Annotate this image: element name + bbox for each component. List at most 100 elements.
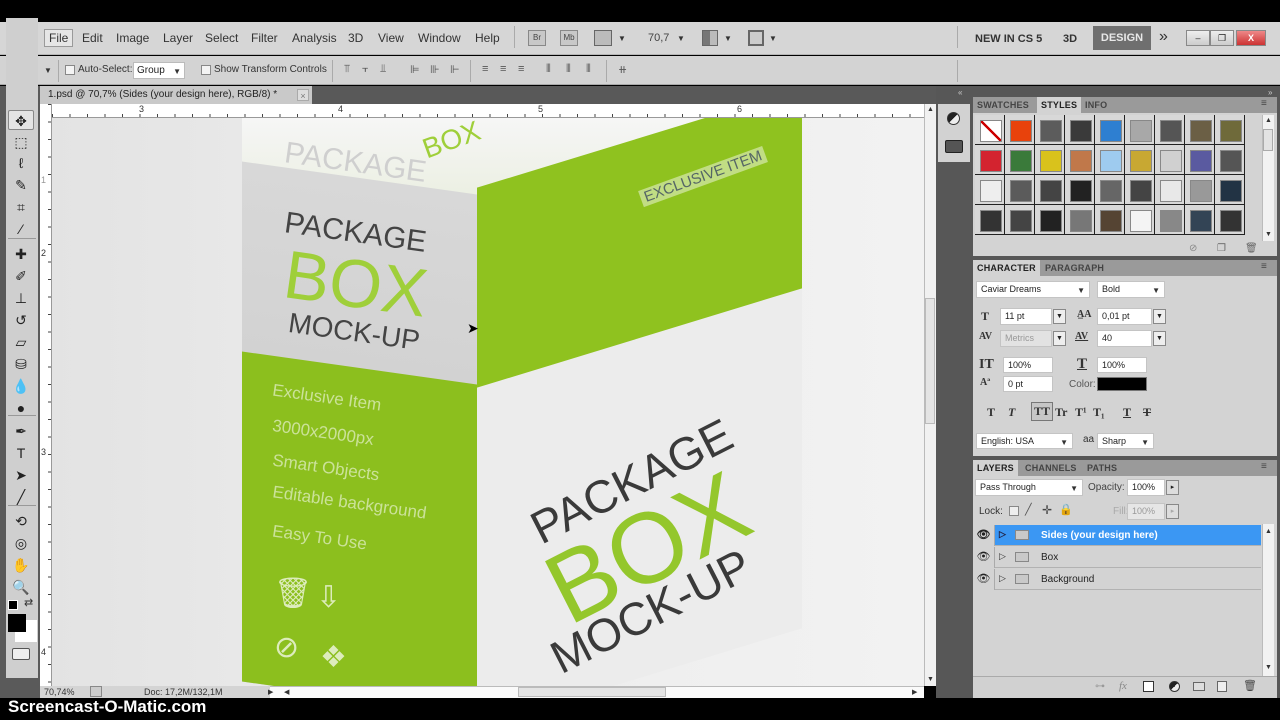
horizontal-scroll-thumb[interactable]	[518, 687, 666, 697]
tab-character[interactable]: CHARACTER	[973, 260, 1040, 276]
new-layer-icon[interactable]	[1217, 681, 1227, 692]
status-menu-arrow-icon[interactable]: ▶	[268, 688, 273, 696]
faux-italic-button[interactable]: T	[1008, 405, 1015, 420]
lock-all-icon[interactable]: 🔒	[1059, 503, 1073, 516]
adjustments-panel-icon[interactable]	[947, 112, 960, 125]
distribute-top-edges-icon[interactable]: ≡	[482, 63, 489, 75]
masks-panel-icon[interactable]	[945, 140, 963, 153]
style-preset[interactable]	[1005, 205, 1035, 235]
vertical-ruler[interactable]	[40, 104, 52, 686]
lock-image-icon[interactable]: ╱	[1025, 503, 1032, 516]
style-preset[interactable]	[975, 145, 1005, 175]
scroll-down-icon[interactable]: ▼	[1265, 231, 1272, 238]
zoom-level[interactable]: 70,7	[648, 32, 669, 44]
align-top-edges-icon[interactable]: ⫪	[344, 63, 351, 76]
superscript-button[interactable]: T¹	[1075, 405, 1087, 420]
workspace-design[interactable]: DESIGN	[1093, 26, 1151, 50]
layer-row[interactable]: 👁 ▷ Background	[973, 569, 1261, 590]
style-preset[interactable]	[1065, 115, 1095, 145]
style-preset[interactable]	[1185, 145, 1215, 175]
path-select-tool-icon[interactable]: ➤	[8, 465, 34, 485]
menu-select[interactable]: Select	[205, 31, 238, 45]
delete-layer-icon[interactable]: 🗑	[1243, 679, 1257, 692]
healing-tool-icon[interactable]: ✚	[8, 244, 34, 264]
blend-mode-dropdown[interactable]: Pass Through ▼	[975, 479, 1083, 496]
antialias-dropdown[interactable]: Sharp ▼	[1097, 433, 1154, 449]
style-preset[interactable]	[1155, 115, 1185, 145]
style-preset[interactable]	[1005, 115, 1035, 145]
scroll-up-icon[interactable]: ▲	[1265, 117, 1272, 124]
screen-mode-icon[interactable]	[748, 30, 764, 46]
bridge-button[interactable]: Br	[528, 30, 546, 46]
align-right-edges-icon[interactable]: ⊩	[450, 63, 461, 76]
layer-row[interactable]: 👁 ▷ Sides (your design here)	[973, 525, 1261, 546]
mini-bridge-button[interactable]: Mb	[560, 30, 578, 46]
marquee-tool-icon[interactable]: ⬚	[8, 132, 34, 152]
subscript-button[interactable]: T₁	[1093, 405, 1105, 420]
style-preset[interactable]	[1215, 145, 1245, 175]
chevron-down-icon[interactable]: ▼	[677, 34, 685, 43]
menu-3d[interactable]: 3D	[348, 31, 363, 45]
distribute-bottom-edges-icon[interactable]: ≡	[518, 63, 525, 75]
menu-window[interactable]: Window	[418, 31, 461, 45]
brush-tool-icon[interactable]: ✐	[8, 266, 34, 286]
horizontal-ruler[interactable]	[52, 104, 924, 118]
lock-transparency-icon[interactable]	[1009, 506, 1019, 516]
distribute-horizontal-centers-icon[interactable]: ⦀	[566, 63, 572, 76]
distribute-right-edges-icon[interactable]: ⦀	[586, 63, 592, 76]
adjustment-layer-icon[interactable]	[1169, 681, 1180, 692]
swap-colors-icon[interactable]: ⇄	[24, 596, 33, 609]
auto-align-layers-icon[interactable]: ⧺	[618, 63, 628, 76]
style-preset[interactable]	[975, 205, 1005, 235]
align-vertical-centers-icon[interactable]: ⫟	[362, 63, 370, 76]
minimize-button[interactable]: –	[1186, 30, 1210, 46]
style-preset[interactable]	[1155, 175, 1185, 205]
menu-filter[interactable]: Filter	[251, 31, 278, 45]
view-extras-icon[interactable]	[594, 30, 612, 46]
menu-image[interactable]: Image	[116, 31, 149, 45]
faux-bold-button[interactable]: T	[987, 405, 995, 420]
delete-style-icon[interactable]: 🗑	[1245, 243, 1258, 254]
kerning-dropdown-icon[interactable]: ▼	[1053, 331, 1066, 346]
menu-view[interactable]: View	[378, 31, 404, 45]
style-preset[interactable]	[975, 175, 1005, 205]
style-preset[interactable]	[975, 115, 1005, 145]
document-tab[interactable]: 1.psd @ 70,7% (Sides (your design here),…	[40, 86, 312, 104]
style-preset[interactable]	[1005, 175, 1035, 205]
menu-layer[interactable]: Layer	[163, 31, 193, 45]
expand-group-icon[interactable]: ▷	[999, 551, 1006, 562]
blur-tool-icon[interactable]: 💧	[8, 376, 34, 396]
layers-scrollbar[interactable]	[1262, 524, 1274, 676]
tab-styles[interactable]: STYLES	[1037, 97, 1082, 113]
status-zoom[interactable]: 70,74%	[44, 687, 75, 697]
style-preset[interactable]	[1185, 175, 1215, 205]
style-preset[interactable]	[1065, 205, 1095, 235]
3d-orbit-tool-icon[interactable]: ◎	[8, 533, 34, 553]
style-preset[interactable]	[1095, 175, 1125, 205]
show-transform-controls-checkbox[interactable]	[201, 65, 211, 75]
line-tool-icon[interactable]: ╱	[8, 487, 34, 507]
opacity-slider-icon[interactable]: ▸	[1166, 480, 1179, 495]
tab-layers[interactable]: LAYERS	[973, 460, 1018, 476]
visibility-eye-icon[interactable]: 👁	[973, 547, 995, 568]
scroll-down-icon[interactable]: ▼	[927, 676, 934, 683]
style-preset[interactable]	[1095, 145, 1125, 175]
expand-group-icon[interactable]: ▷	[999, 529, 1006, 540]
vertical-scroll-thumb[interactable]	[925, 298, 935, 424]
quick-mask-icon[interactable]	[12, 648, 30, 660]
new-style-icon[interactable]: ❐	[1217, 243, 1226, 254]
expand-group-icon[interactable]: ▷	[999, 573, 1006, 584]
fill-slider-icon[interactable]: ▸	[1166, 504, 1179, 519]
add-mask-icon[interactable]	[1143, 681, 1154, 692]
expand-dock-icon[interactable]: «	[958, 88, 962, 97]
scroll-left-icon[interactable]: ◀	[284, 688, 289, 696]
lock-position-icon[interactable]: ✛	[1042, 503, 1052, 517]
tracking-dropdown-icon[interactable]: ▼	[1153, 331, 1166, 346]
style-preset[interactable]	[1215, 205, 1245, 235]
panel-menu-icon[interactable]: ≡	[1261, 98, 1267, 109]
more-workspaces-icon[interactable]: »	[1159, 28, 1168, 46]
horizontal-scale-field[interactable]: 100%	[1097, 357, 1147, 373]
distribute-vertical-centers-icon[interactable]: ≡	[500, 63, 507, 75]
menu-analysis[interactable]: Analysis	[292, 31, 337, 45]
foreground-color-swatch[interactable]	[8, 614, 26, 632]
